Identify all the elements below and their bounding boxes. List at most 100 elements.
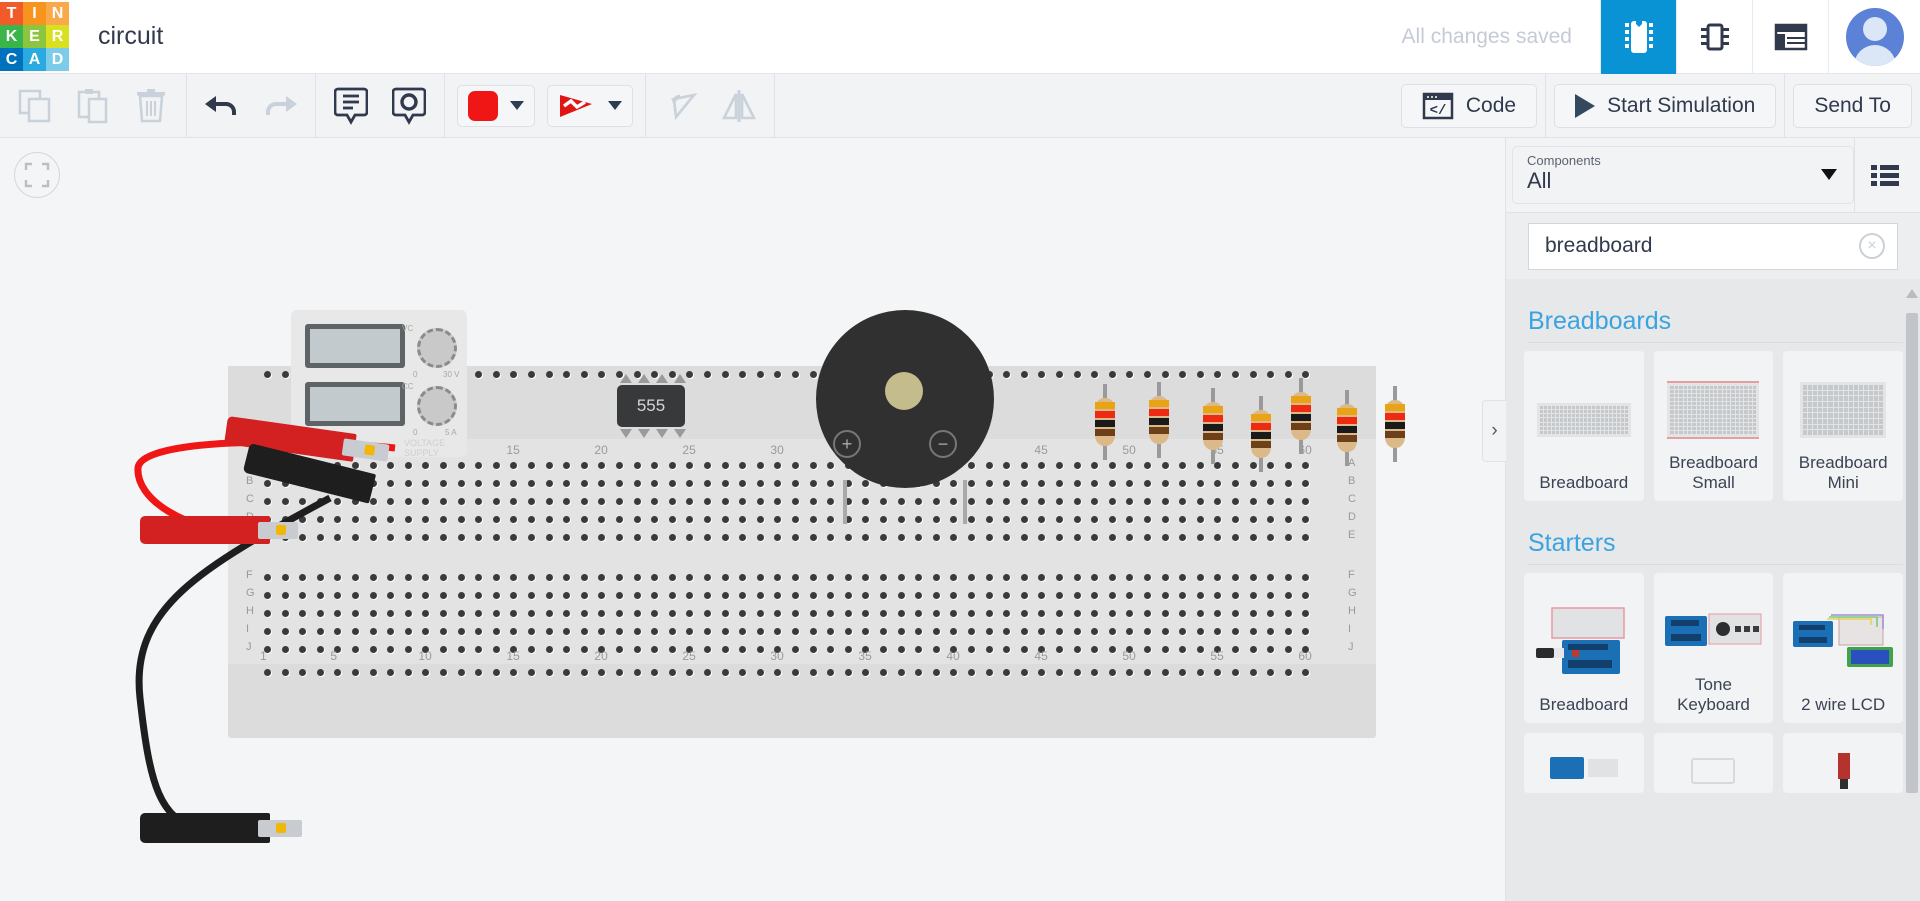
wire-color-swatch	[468, 90, 498, 121]
starter-card-2-wire-lcd[interactable]: 2 wire LCD	[1783, 573, 1903, 723]
clipboard-group	[0, 74, 186, 138]
component-card-breadboard-mini[interactable]: Breadboard Mini	[1783, 351, 1903, 501]
component-results[interactable]: Breadboards Breadboard Breadboard Small …	[1506, 279, 1920, 901]
starter-card-partial-3[interactable]	[1783, 733, 1903, 793]
component-card-label: Breadboard Mini	[1798, 453, 1888, 492]
panel-list-view-button[interactable]	[1854, 137, 1914, 213]
components-filter-dropdown[interactable]: Components All	[1512, 146, 1854, 204]
undo-button[interactable]	[193, 81, 251, 131]
toolbar-divider-5	[774, 73, 775, 138]
toolbar-right-group: </ Code Start Simulation Send To	[1393, 73, 1920, 138]
piezo-buzzer[interactable]: + −	[816, 310, 994, 532]
code-button[interactable]: </ Code	[1400, 83, 1538, 128]
components-view-icon	[1700, 23, 1729, 50]
tinkercad-logo[interactable]: T I N K E R C A D	[0, 0, 70, 74]
wire-type-picker[interactable]	[547, 84, 633, 127]
current-knob[interactable]	[417, 386, 457, 426]
starter-card-partial-1[interactable]	[1524, 733, 1644, 793]
copy-icon	[18, 89, 51, 122]
rotate-icon	[671, 92, 698, 120]
circuit-canvas[interactable]: AABBCCDDEEFFGGHHIIJJ11551010151520202525…	[0, 138, 1505, 901]
component-card-breadboard[interactable]: Breadboard	[1524, 351, 1644, 501]
mirror-icon	[721, 89, 757, 122]
breadboard-main-area	[228, 439, 1376, 664]
circuits-view-button[interactable]	[1600, 0, 1676, 74]
code-button-label: Code	[1465, 93, 1517, 117]
current-min-label: 0	[413, 428, 418, 437]
logo-tile-1: I	[23, 2, 46, 25]
resistor[interactable]	[1200, 388, 1226, 464]
list-view-button[interactable]	[1752, 0, 1828, 74]
wire-color-picker[interactable]	[457, 84, 535, 127]
ic-555-component[interactable]: 555	[607, 374, 695, 438]
paste-button[interactable]	[64, 81, 122, 131]
clear-search-icon[interactable]: ×	[1859, 233, 1885, 259]
app-header: T I N K E R C A D circuit All changes sa…	[0, 0, 1920, 74]
breadboard-power-rail-bottom	[228, 664, 1376, 682]
note-button[interactable]	[322, 81, 380, 131]
history-group	[187, 74, 315, 138]
paste-icon	[77, 88, 108, 123]
mirror-button[interactable]	[710, 81, 768, 131]
search-box[interactable]: ×	[1528, 222, 1898, 270]
component-card-breadboard-small[interactable]: Breadboard Small	[1653, 351, 1774, 501]
resistor[interactable]	[1382, 386, 1408, 462]
breadboard-thumbnail	[1530, 367, 1638, 473]
send-to-button[interactable]: Send To	[1793, 83, 1912, 128]
components-view-button[interactable]	[1676, 0, 1752, 74]
logo-tile-2: N	[46, 2, 69, 25]
resistor[interactable]	[1146, 382, 1172, 458]
table-list-icon	[1774, 23, 1807, 50]
partial-thumbnail-2	[1660, 749, 1768, 789]
highlight-icon	[392, 87, 426, 125]
rotate-button[interactable]	[652, 81, 710, 131]
resistor[interactable]	[1288, 378, 1314, 454]
start-simulation-label: Start Simulation	[1607, 93, 1756, 117]
editor-toolbar: </ Code Start Simulation Send To	[0, 73, 1920, 138]
breadboards-grid: Breadboard Breadboard Small Breadboard M…	[1524, 351, 1903, 501]
svg-text:</: </	[1429, 103, 1446, 119]
start-simulation-button[interactable]: Start Simulation	[1554, 83, 1777, 128]
starter-card-partial-2[interactable]	[1653, 733, 1774, 793]
document-title[interactable]: circuit	[98, 22, 163, 51]
chevron-down-icon	[1821, 169, 1837, 180]
resistor[interactable]	[1334, 390, 1360, 466]
chevron-down-icon	[510, 101, 524, 110]
tone-keyboard-thumbnail	[1660, 589, 1768, 675]
resistor[interactable]	[1092, 384, 1118, 460]
panel-collapse-handle[interactable]: ›	[1482, 400, 1506, 462]
scrollbar-thumb[interactable]	[1906, 313, 1918, 793]
send-to-label: Send To	[1814, 93, 1891, 117]
avatar-container[interactable]	[1828, 0, 1920, 74]
chevron-down-icon	[608, 101, 622, 110]
scroll-up-arrow-icon[interactable]	[1906, 289, 1918, 298]
panel-scrollbar[interactable]	[1906, 283, 1918, 895]
section-title-starters: Starters	[1528, 529, 1903, 565]
circuits-view-icon	[1624, 20, 1653, 53]
resistor[interactable]	[1248, 396, 1274, 472]
logo-tile-7: A	[23, 48, 46, 71]
voltage-mode-label: VC	[402, 324, 414, 333]
redo-button[interactable]	[251, 81, 309, 131]
voltage-max-label: 30 V	[443, 370, 460, 379]
wire-style-group	[445, 74, 645, 138]
highlight-button[interactable]	[380, 81, 438, 131]
component-card-label: Breadboard	[1539, 473, 1629, 492]
delete-button[interactable]	[122, 81, 180, 131]
list-icon	[1870, 165, 1899, 186]
starter-card-breadboard[interactable]: Breadboard	[1524, 573, 1644, 723]
logo-tile-0: T	[0, 2, 23, 25]
current-max-label: 5 A	[445, 428, 457, 437]
fit-view-button[interactable]	[14, 152, 60, 198]
user-avatar[interactable]	[1845, 7, 1904, 66]
fit-view-icon	[24, 162, 50, 188]
voltage-knob[interactable]	[417, 328, 457, 368]
search-input[interactable]	[1545, 234, 1859, 258]
copy-button[interactable]	[6, 81, 64, 131]
breadboard-small-thumbnail	[1660, 367, 1768, 453]
undo-icon	[205, 95, 236, 115]
logo-tile-5: R	[46, 25, 69, 48]
starter-card-tone-keyboard[interactable]: Tone Keyboard	[1653, 573, 1774, 723]
partial-thumbnail-1	[1530, 749, 1638, 789]
buzzer-negative-terminal: −	[929, 430, 957, 458]
